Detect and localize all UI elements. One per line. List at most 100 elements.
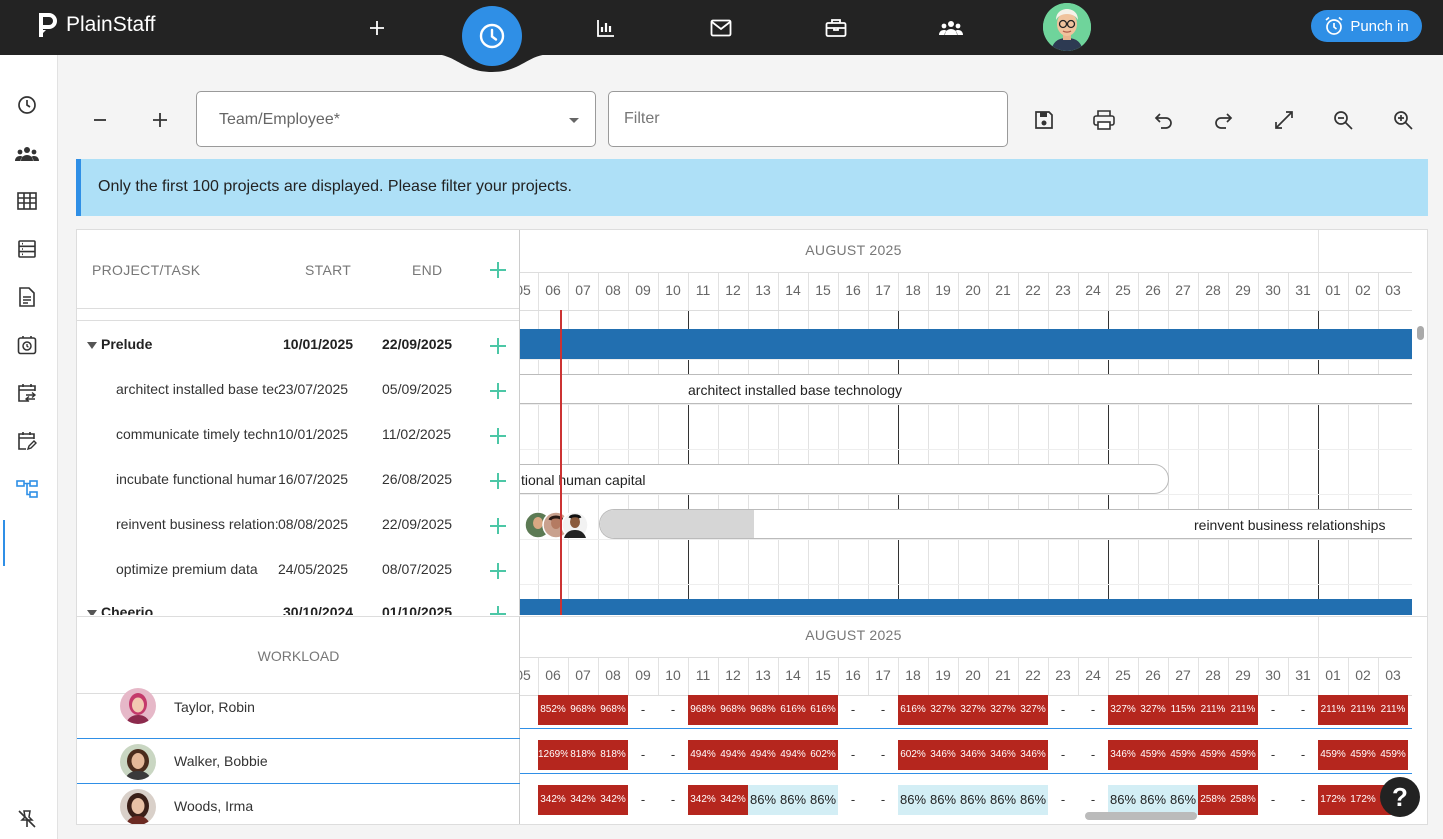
workload-cell: 86%	[748, 785, 778, 815]
add-subtask-icon[interactable]	[490, 563, 506, 579]
gantt-timeline[interactable]: AUGUST 2025 AUGUST 2025 05 05 06 06 07 07 08 08…	[520, 230, 1427, 824]
workload-cell: 86%	[928, 785, 958, 815]
day-label: 23	[1055, 282, 1071, 298]
workload-cell: 86%	[988, 785, 1018, 815]
project-name[interactable]: Prelude	[101, 336, 271, 352]
vertical-scrollbar[interactable]	[1417, 326, 1424, 340]
filter-input[interactable]	[608, 91, 1008, 147]
header-gridline	[928, 657, 929, 695]
add-subtask-icon[interactable]	[490, 473, 506, 489]
zoom-out-icon[interactable]	[1330, 107, 1356, 133]
workload-cell: -	[880, 792, 886, 807]
header-gridline	[1288, 272, 1289, 310]
team-icon[interactable]	[938, 15, 964, 41]
column-header-project[interactable]: PROJECT/TASK	[92, 262, 200, 278]
day-label: 25	[1115, 282, 1131, 298]
briefcase-icon[interactable]	[823, 15, 849, 41]
workload-cell: -	[880, 702, 886, 717]
header-gridline	[1228, 657, 1229, 695]
add-task-icon[interactable]	[490, 262, 506, 278]
collapse-toggle-icon[interactable]	[87, 342, 97, 349]
sidebar-team-icon[interactable]	[14, 141, 40, 167]
assignee-avatars[interactable]	[524, 510, 594, 540]
app-name: PlainStaff	[66, 13, 156, 36]
sidebar-document-icon[interactable]	[14, 284, 40, 310]
day-label: 24	[1085, 282, 1101, 298]
header-gridline	[988, 272, 989, 310]
column-header-start[interactable]: START	[305, 262, 351, 278]
add-subtask-icon[interactable]	[490, 428, 506, 444]
sidebar-timer-icon[interactable]	[14, 332, 40, 358]
task-bar-reinvent[interactable]: reinvent business relationships	[599, 509, 1412, 539]
workload-cell: -	[640, 702, 646, 717]
column-header-end[interactable]: END	[412, 262, 442, 278]
add-subtask-icon[interactable]	[490, 518, 506, 534]
workload-cell: 602%	[808, 740, 838, 770]
add-icon[interactable]	[364, 15, 390, 41]
header-rule	[520, 657, 1412, 658]
task-bar-label: architect installed base technology	[688, 382, 903, 398]
sidebar-calendar-transfer-icon[interactable]	[14, 380, 40, 406]
task-bar-architect[interactable]: architect installed base technology	[520, 374, 1412, 404]
minus-icon[interactable]	[87, 107, 113, 133]
workload-cell: -	[670, 747, 676, 762]
save-icon[interactable]	[1031, 107, 1057, 133]
row-rule	[520, 584, 1412, 585]
sidebar-gantt-icon[interactable]	[14, 476, 40, 502]
workload-cell: 211%	[1318, 695, 1348, 725]
row-rule	[520, 404, 1412, 405]
task-name[interactable]: optimize premium data	[116, 561, 278, 577]
sidebar-clock-icon[interactable]	[14, 92, 40, 118]
workload-row[interactable]: Woods, Irma	[77, 784, 520, 824]
add-subtask-icon[interactable]	[490, 383, 506, 399]
workload-cell: 346%	[1018, 740, 1048, 770]
task-name[interactable]: incubate functional humar	[116, 471, 278, 487]
day-label: 29	[1235, 282, 1251, 298]
project-bar-prelude[interactable]	[520, 329, 1412, 359]
project-bar-cheerio[interactable]	[520, 599, 1412, 615]
workload-cell: 459%	[1198, 740, 1228, 770]
punch-in-button[interactable]: Punch in	[1311, 10, 1422, 42]
sidebar-grid-icon[interactable]	[14, 188, 40, 214]
add-subtask-icon[interactable]	[490, 606, 506, 615]
workload-cell: 968%	[598, 695, 628, 725]
unpin-icon[interactable]	[14, 806, 40, 832]
header-gridline	[1348, 272, 1349, 310]
task-name[interactable]: communicate timely techn	[116, 426, 278, 442]
workload-timeline-month: AUGUST 2025	[805, 627, 902, 643]
expand-icon[interactable]	[1271, 107, 1297, 133]
header-gridline	[1168, 657, 1169, 695]
collapse-toggle-icon[interactable]	[87, 610, 97, 615]
workload-cell: -	[850, 702, 856, 717]
workload-cell: 327%	[928, 695, 958, 725]
sidebar-calendar-edit-icon[interactable]	[14, 428, 40, 454]
workload-row[interactable]: Taylor, Robin	[77, 688, 520, 739]
header-gridline	[628, 272, 629, 310]
add-subtask-icon[interactable]	[490, 338, 506, 354]
task-bar-incubate[interactable]: tional human capital	[520, 464, 1169, 494]
day-label: 21	[995, 667, 1011, 683]
workload-cell: 459%	[1168, 740, 1198, 770]
mail-icon[interactable]	[708, 15, 734, 41]
horizontal-scrollbar[interactable]	[1085, 812, 1197, 820]
sidebar-list-icon[interactable]	[14, 236, 40, 262]
workload-row[interactable]: Walker, Bobbie	[77, 739, 520, 784]
clock-icon[interactable]	[462, 6, 522, 66]
help-button[interactable]: ?	[1380, 777, 1420, 817]
undo-icon[interactable]	[1151, 107, 1177, 133]
print-icon[interactable]	[1091, 107, 1117, 133]
chart-icon[interactable]	[593, 15, 619, 41]
header-gridline	[568, 657, 569, 695]
task-name[interactable]: architect installed base tec	[116, 381, 278, 397]
plus-icon[interactable]	[147, 107, 173, 133]
person-name: Walker, Bobbie	[174, 753, 268, 769]
header-gridline	[958, 657, 959, 695]
zoom-in-icon[interactable]	[1390, 107, 1416, 133]
project-name[interactable]: Cheerio	[101, 604, 271, 615]
team-employee-select[interactable]: Team/Employee*	[196, 91, 596, 147]
task-name[interactable]: reinvent business relation:	[116, 516, 278, 532]
header-gridline	[778, 657, 779, 695]
app-logo[interactable]: PlainStaff	[36, 11, 156, 39]
redo-icon[interactable]	[1210, 107, 1236, 133]
user-avatar[interactable]	[1043, 3, 1091, 51]
